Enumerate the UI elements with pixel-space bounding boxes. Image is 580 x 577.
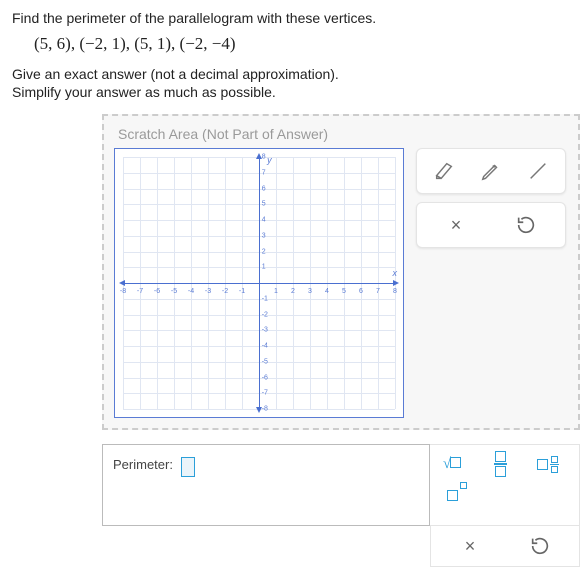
perimeter-label: Perimeter: [113, 457, 173, 472]
instruction-2: Simplify your answer as much as possible… [12, 84, 568, 100]
answer-box: Perimeter: [102, 444, 430, 526]
answer-area: Perimeter: √ [102, 444, 580, 526]
sqrt-button[interactable]: √ [438, 453, 466, 475]
reset-icon [515, 214, 537, 236]
mixed-fraction-icon [537, 456, 559, 473]
answer-clear-button[interactable]: × [453, 532, 487, 560]
pencil-icon [480, 160, 502, 182]
eraser-icon [433, 160, 455, 182]
edit-tools-row: × [416, 202, 566, 248]
clear-button[interactable]: × [439, 211, 473, 239]
question-prompt: Find the perimeter of the parallelogram … [12, 10, 568, 26]
line-tool[interactable] [521, 157, 555, 185]
line-icon [527, 160, 549, 182]
mixed-fraction-button[interactable] [534, 453, 562, 475]
power-icon [447, 488, 458, 505]
fraction-button[interactable] [486, 453, 514, 475]
fraction-icon [494, 451, 507, 477]
scratch-area: Scratch Area (Not Part of Answer) -8-7-6… [102, 114, 580, 430]
instruction-1: Give an exact answer (not a decimal appr… [12, 66, 568, 82]
vertices-list: (5, 6), (−2, 1), (5, 1), (−2, −4) [34, 34, 568, 54]
draw-tools-row [416, 148, 566, 194]
eraser-tool[interactable] [427, 157, 461, 185]
answer-tools-row: × [430, 526, 580, 567]
power-button[interactable] [438, 485, 466, 507]
answer-reset-button[interactable] [523, 532, 557, 560]
scratch-title: Scratch Area (Not Part of Answer) [118, 126, 568, 142]
graph-canvas[interactable]: -8-7-6-5-4-3-2-112345678-8-7-6-5-4-3-2-1… [114, 148, 404, 418]
sqrt-icon: √ [443, 456, 461, 473]
reset-button[interactable] [509, 211, 543, 239]
perimeter-input[interactable] [181, 457, 195, 477]
math-palette: √ [430, 444, 580, 526]
pencil-tool[interactable] [474, 157, 508, 185]
scratch-tools: × [416, 148, 566, 418]
reset-icon [529, 535, 551, 557]
